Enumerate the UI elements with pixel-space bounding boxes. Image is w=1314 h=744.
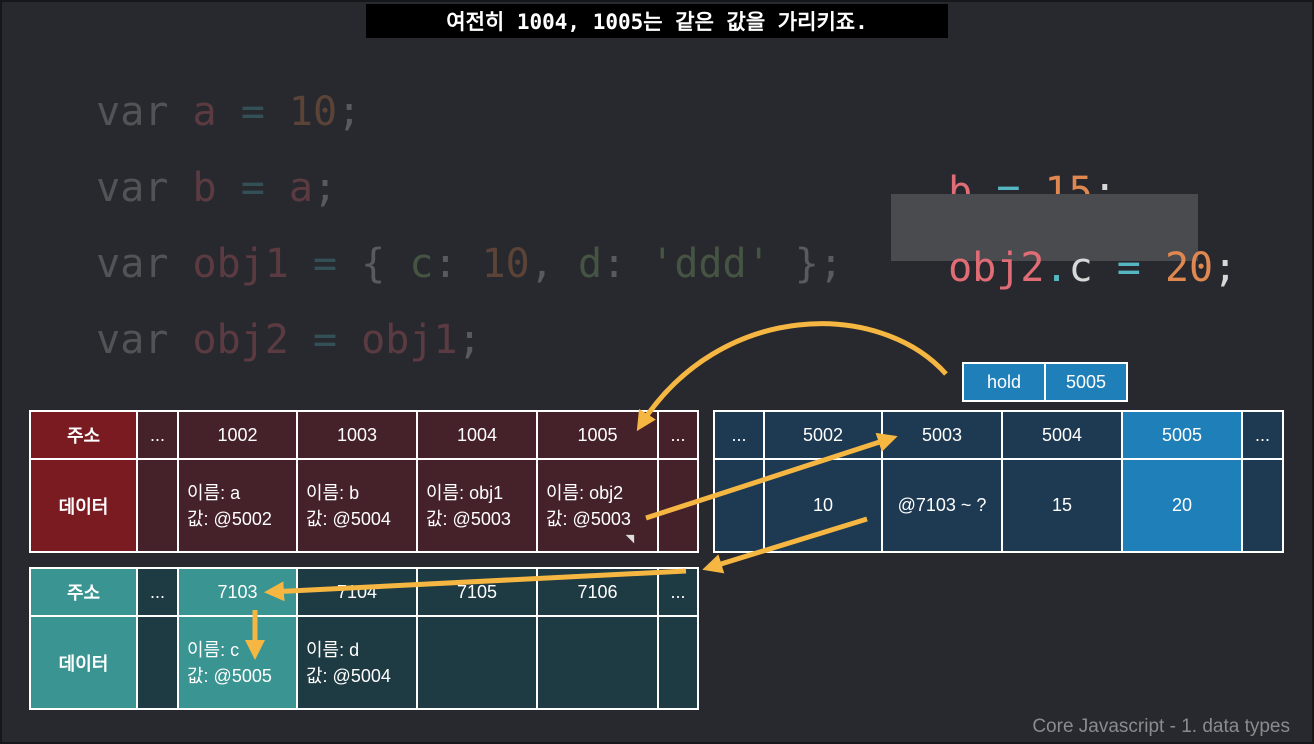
code-token: ,	[529, 241, 554, 287]
code-line-var-obj1: var obj1 = { c: 10, d: 'ddd' };	[48, 204, 843, 284]
cell-name: 이름: d	[306, 639, 360, 660]
data-row-label: 데이터	[29, 458, 138, 553]
code-line-obj2-c-assign: obj2.c = 20;	[900, 208, 1237, 288]
address-cell: ...	[136, 410, 179, 460]
address-cell: 5003	[881, 410, 1003, 460]
code-token: ;	[337, 89, 362, 135]
data-cell: 이름: a 값: @5002	[177, 458, 298, 553]
code-token: obj2	[948, 245, 1045, 291]
code-token: var	[96, 317, 169, 363]
cell-value: 값: @5004	[306, 508, 391, 529]
data-cell	[136, 615, 179, 710]
address-cell: 7104	[296, 567, 418, 617]
address-cell: 7105	[416, 567, 538, 617]
cell-value: 값: @5005	[187, 665, 272, 686]
hold-indicator: hold 5005	[962, 362, 1128, 402]
code-token: ;	[457, 317, 482, 363]
data-row: 10 @7103 ~ ? 15 20	[713, 458, 1284, 553]
code-token: =	[312, 317, 338, 363]
data-row-label: 데이터	[29, 615, 138, 710]
data-cell	[536, 615, 659, 710]
code-token: ;	[818, 241, 843, 287]
code-token: ;	[1213, 245, 1238, 291]
data-memory-table: ... 5002 5003 5004 5005 ... 10 @7103 ~ ?…	[713, 410, 1284, 553]
footer-credit: Core Javascript - 1. data types	[1032, 716, 1290, 737]
address-cell: 1002	[177, 410, 298, 460]
value-cell: 10	[763, 458, 883, 553]
value-cell: 15	[1001, 458, 1123, 553]
code-token: 'ddd'	[650, 241, 771, 287]
data-cell-highlighted: 이름: c 값: @5005	[177, 615, 298, 710]
cell-value: 값: @5002	[187, 508, 272, 529]
value-cell-highlighted: 20	[1121, 458, 1243, 553]
data-row: 데이터 이름: a 값: @5002 이름: b 값: @5004 이름: obj1…	[29, 458, 699, 553]
cell-name: 이름: b	[306, 482, 360, 503]
address-cell: ...	[1241, 410, 1284, 460]
data-cell: 이름: obj2 값: @5003	[536, 458, 659, 553]
data-cell	[657, 615, 699, 710]
cell-value: 값: @5003	[426, 508, 511, 529]
data-cell	[657, 458, 699, 553]
address-cell: 1005	[536, 410, 659, 460]
cell-name: 이름: obj1	[426, 482, 504, 503]
object-memory-table: 주소 ... 7103 7104 7105 7106 ... 데이터 이름: c…	[29, 567, 699, 710]
data-row: 데이터 이름: c 값: @5005 이름: d 값: @5004	[29, 615, 699, 710]
code-token: .	[1044, 245, 1069, 291]
code-token: obj1	[361, 317, 458, 363]
data-cell	[136, 458, 179, 553]
code-token: d	[577, 241, 603, 287]
variable-memory-table: 주소 ... 1002 1003 1004 1005 ... 데이터 이름: a…	[29, 410, 699, 553]
address-cell: 5002	[763, 410, 883, 460]
code-token: :	[602, 241, 627, 287]
code-token: 10	[481, 241, 530, 287]
address-row-label: 주소	[29, 410, 138, 460]
address-cell: ...	[657, 567, 699, 617]
value-cell: @7103 ~ ?	[881, 458, 1003, 553]
address-cell: ...	[657, 410, 699, 460]
data-cell	[416, 615, 538, 710]
code-token: c	[1068, 245, 1093, 291]
value-cell	[713, 458, 765, 553]
address-cell: ...	[136, 567, 179, 617]
cell-value: 값: @5003	[546, 508, 631, 529]
code-line-var-obj2: var obj2 = obj1;	[48, 280, 482, 363]
value-cell	[1241, 458, 1284, 553]
address-cell: 7106	[536, 567, 659, 617]
cell-value: 값: @5004	[306, 665, 391, 686]
address-cell: 5004	[1001, 410, 1123, 460]
code-token: obj2	[192, 317, 289, 363]
code-token: 20	[1164, 245, 1214, 291]
code-line-var-a: var a = 10;	[48, 52, 361, 132]
address-cell-highlighted: 5005	[1121, 410, 1243, 460]
hold-label: hold	[964, 364, 1046, 400]
address-cell: 1004	[416, 410, 538, 460]
code-token: =	[1116, 245, 1141, 291]
address-row: ... 5002 5003 5004 5005 ...	[713, 410, 1284, 460]
cell-name: 이름: c	[187, 639, 240, 660]
code-line-var-b: var b = a;	[48, 128, 337, 208]
cell-name: 이름: a	[187, 482, 241, 503]
address-row: 주소 ... 7103 7104 7105 7106 ...	[29, 567, 699, 617]
address-cell: 1003	[296, 410, 418, 460]
data-cell: 이름: b 값: @5004	[296, 458, 418, 553]
address-row-label: 주소	[29, 567, 138, 617]
code-token: }	[794, 241, 819, 287]
data-cell: 이름: obj1 값: @5003	[416, 458, 538, 553]
address-cell-highlighted: 7103	[177, 567, 298, 617]
address-cell: ...	[713, 410, 765, 460]
subtitle-caption: 여전히 1004, 1005는 같은 값을 가리키죠.	[366, 4, 948, 38]
cell-name: 이름: obj2	[546, 482, 624, 503]
data-cell: 이름: d 값: @5004	[296, 615, 418, 710]
address-row: 주소 ... 1002 1003 1004 1005 ...	[29, 410, 699, 460]
hold-value: 5005	[1065, 371, 1107, 392]
